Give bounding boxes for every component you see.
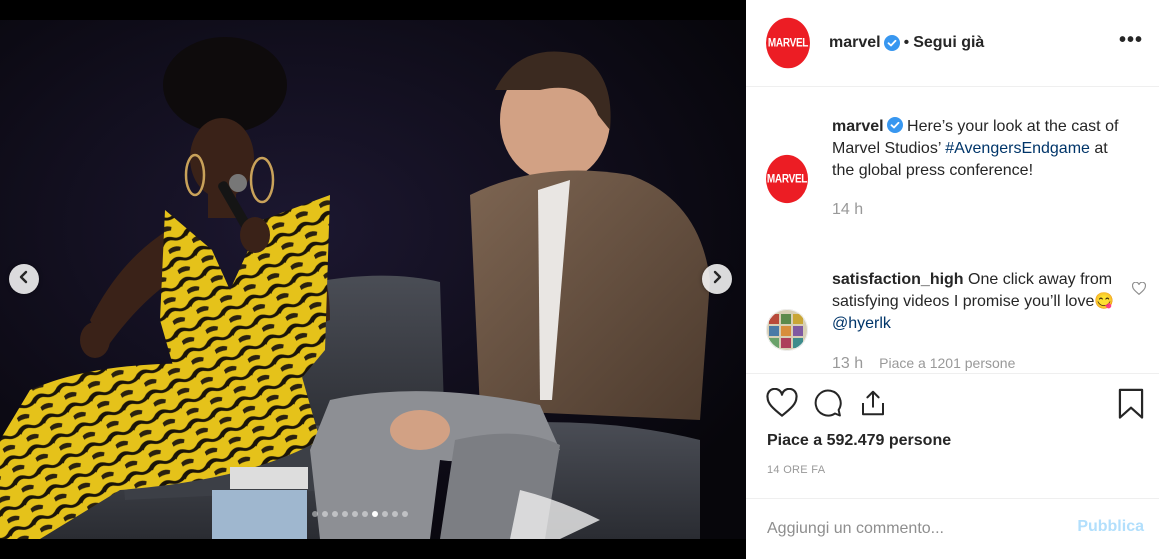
commenter-avatar[interactable] bbox=[766, 309, 808, 356]
comment-time[interactable]: 13 h bbox=[832, 355, 863, 372]
caption-meta: 14 h bbox=[832, 199, 1122, 221]
carousel-dot bbox=[342, 511, 348, 517]
post-photo[interactable] bbox=[0, 20, 746, 539]
like-heart-icon[interactable] bbox=[766, 387, 798, 423]
comment-mention-link[interactable]: @hyerlk bbox=[832, 315, 891, 332]
publish-button[interactable]: Pubblica bbox=[1077, 518, 1144, 536]
like-comment-heart-icon[interactable] bbox=[1131, 281, 1147, 300]
carousel-dot bbox=[332, 511, 338, 517]
action-icons bbox=[766, 387, 888, 423]
likes-count[interactable]: Piace a 592.479 persone bbox=[767, 432, 951, 450]
chevron-left-icon bbox=[18, 270, 30, 289]
carousel-dot bbox=[322, 511, 328, 517]
comment-bubble-icon[interactable] bbox=[812, 388, 844, 423]
header-separator: • bbox=[903, 34, 910, 51]
share-icon[interactable] bbox=[858, 388, 888, 423]
verified-badge-icon bbox=[883, 35, 900, 51]
header-user: marvel • Segui già bbox=[829, 34, 984, 52]
comment-likes[interactable]: Piace a 1201 persone bbox=[879, 355, 1015, 371]
post-timestamp[interactable]: 14 ORE FA bbox=[767, 464, 825, 476]
comment-body: satisfaction_high One click away from sa… bbox=[832, 269, 1122, 373]
carousel-dot bbox=[362, 511, 368, 517]
caption-time[interactable]: 14 h bbox=[832, 201, 863, 218]
previous-slide-button[interactable] bbox=[9, 264, 39, 294]
comment-emoji: 😋 bbox=[1094, 293, 1115, 310]
comment-meta: 13 h Piace a 1201 persone bbox=[832, 352, 1122, 373]
caption-hashtag-link[interactable]: #AvengersEndgame bbox=[945, 140, 1090, 157]
chevron-right-icon bbox=[711, 270, 723, 289]
marvel-avatar[interactable]: MARVEL bbox=[766, 17, 810, 69]
carousel-dot bbox=[312, 511, 318, 517]
comments-list[interactable]: MARVEL marvel Here’s your look at the ca… bbox=[746, 88, 1159, 373]
carousel-dot bbox=[402, 511, 408, 517]
add-comment-bar: Pubblica bbox=[746, 498, 1159, 559]
carousel-dot bbox=[392, 511, 398, 517]
header-username[interactable]: marvel bbox=[829, 34, 881, 52]
post-actions: Piace a 592.479 persone 14 ORE FA bbox=[746, 373, 1159, 498]
caption-avatar[interactable]: MARVEL bbox=[766, 154, 808, 204]
following-button[interactable]: Segui già bbox=[913, 34, 984, 52]
photo-illustration bbox=[0, 20, 746, 539]
next-slide-button[interactable] bbox=[702, 264, 732, 294]
carousel-dot bbox=[372, 511, 378, 517]
post-media bbox=[0, 0, 746, 559]
save-bookmark-icon[interactable] bbox=[1117, 388, 1145, 425]
verified-badge-icon bbox=[886, 117, 903, 133]
post-header: MARVEL marvel • Segui già ••• bbox=[746, 0, 1159, 87]
carousel-indicator bbox=[312, 511, 408, 517]
media-top-bar bbox=[0, 0, 746, 20]
more-options-button[interactable]: ••• bbox=[1119, 30, 1143, 50]
comment-input[interactable] bbox=[767, 520, 1067, 538]
caption-username[interactable]: marvel bbox=[832, 118, 884, 135]
comment-username[interactable]: satisfaction_high bbox=[832, 271, 964, 288]
caption-body: marvel Here’s your look at the cast of M… bbox=[832, 116, 1122, 221]
carousel-dot bbox=[352, 511, 358, 517]
carousel-dot bbox=[382, 511, 388, 517]
post-side-panel: MARVEL marvel • Segui già ••• MARVEL mar… bbox=[746, 0, 1159, 559]
